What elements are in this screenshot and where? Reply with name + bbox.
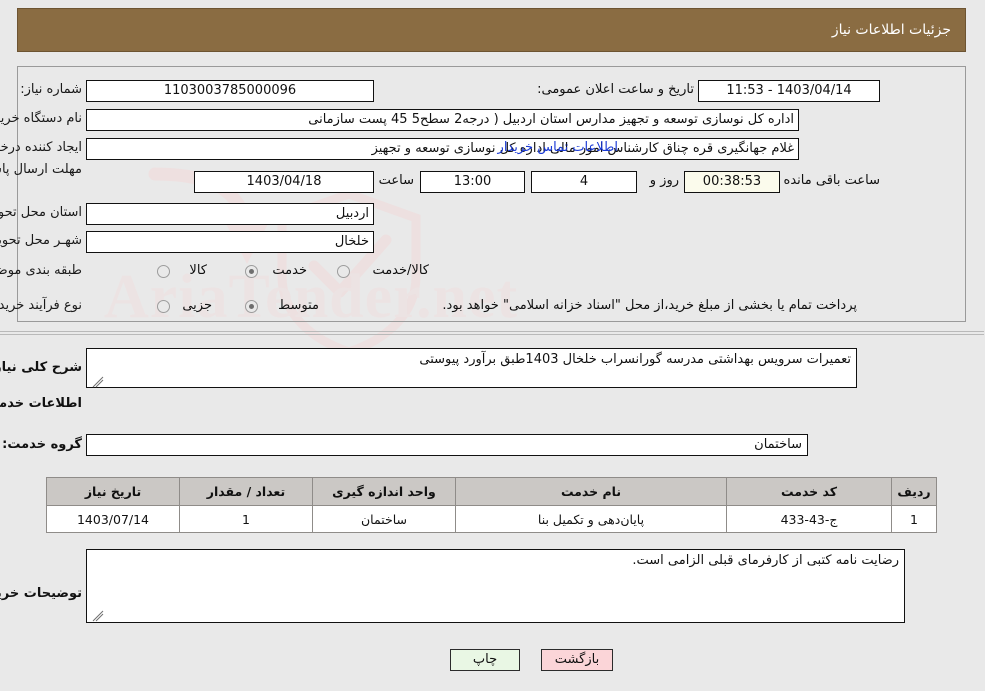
category-label: طبقه بندی موضوعی: (0, 263, 83, 278)
category-radio-kala-khedmat[interactable] (338, 265, 351, 278)
buyer-org-value: اداره کل نوسازی توسعه و تجهیز مدارس استا… (87, 109, 800, 131)
description-label: شرح کلی نیاز: (0, 360, 83, 375)
buyer-org-label: نام دستگاه خریدار: (0, 111, 83, 126)
col-code: کد خدمت (727, 477, 893, 506)
process-option-label-1: متوسط (279, 298, 320, 313)
buyer-contact-link[interactable]: اطلاعات تماس خریدار (499, 140, 619, 155)
days-left-value: 4 (532, 171, 638, 193)
cell-name: پایان‌دهی و تکمیل بنا (456, 505, 728, 533)
cell-code: ج-43-433 (727, 505, 893, 533)
cell-unit: ساختمان (313, 505, 457, 533)
buyer-notes-label: توضیحات خریدار: (0, 586, 83, 601)
category-radio-khedmat[interactable] (246, 265, 259, 278)
table-row: 1 ج-43-433 پایان‌دهی و تکمیل بنا ساختمان… (47, 505, 938, 533)
back-button[interactable]: بازگشت (542, 649, 614, 671)
col-qty: تعداد / مقدار (180, 477, 314, 506)
province-value: اردبیل (87, 203, 375, 225)
province-label: استان محل تحویل: (0, 205, 83, 220)
deadline-hour-label: ساعت (379, 173, 415, 188)
services-section-title: اطلاعات خدمات مورد نیاز (0, 396, 83, 411)
days-separator-label: روز و (650, 173, 680, 188)
service-group-value: ساختمان (87, 434, 809, 456)
process-option-label-0: جزیی (183, 298, 213, 313)
divider-top-2 (0, 334, 985, 335)
col-name: نام خدمت (456, 477, 728, 506)
cell-index: 1 (892, 505, 938, 533)
table-header-row: ردیف کد خدمت نام خدمت واحد اندازه گیری ت… (47, 477, 938, 506)
public-announce-label: تاریخ و ساعت اعلان عمومی: (538, 82, 695, 97)
category-radio-kala[interactable] (158, 265, 171, 278)
services-table: ردیف کد خدمت نام خدمت واحد اندازه گیری ت… (47, 477, 938, 533)
col-date: تاریخ نیاز (47, 477, 181, 506)
cell-qty: 1 (180, 505, 314, 533)
deadline-label: مهلت ارسال پاسخ: تا تاریخ: (0, 162, 83, 177)
process-label: نوع فرآیند خرید : (0, 298, 83, 313)
col-index: ردیف (892, 477, 938, 506)
page-title: جزئیات اطلاعات نیاز (832, 22, 952, 38)
divider-top (0, 331, 985, 332)
requester-value: غلام جهانگیری قره چناق کارشناس امور مالی… (87, 138, 800, 160)
need-number-value: 1103003785000096 (87, 80, 375, 102)
need-info-panel (18, 66, 967, 322)
countdown-suffix-label: ساعت باقی مانده (784, 173, 881, 188)
deadline-time-value: 13:00 (421, 171, 526, 193)
process-note: پرداخت تمام یا بخشی از مبلغ خرید،از محل … (443, 298, 858, 313)
service-group-label: گروه خدمت: (3, 437, 83, 452)
city-value: خلخال (87, 231, 375, 253)
category-option-label-2: کالا/خدمت (373, 263, 430, 278)
process-radio-motavaset[interactable] (246, 300, 259, 313)
requester-label: ایجاد کننده درخواست: (0, 140, 83, 155)
need-number-label: شماره نیاز: (21, 82, 83, 97)
buyer-notes-textarea[interactable]: رضایت نامه کتبی از کارفرمای قبلی الزامی … (87, 549, 906, 623)
description-textarea[interactable]: تعمیرات سرویس بهداشتی مدرسه گورانسراب خل… (87, 348, 858, 388)
category-option-label-0: کالا (190, 263, 208, 278)
col-unit: واحد اندازه گیری (313, 477, 457, 506)
countdown-timer: 00:38:53 (685, 171, 781, 193)
city-label: شهـر محل تحویل: (0, 233, 83, 248)
cell-date: 1403/07/14 (47, 505, 181, 533)
process-radio-jozei[interactable] (158, 300, 171, 313)
deadline-date-value: 1403/04/18 (195, 171, 375, 193)
page-header: جزئیات اطلاعات نیاز (18, 8, 967, 52)
print-button[interactable]: چاپ (451, 649, 521, 671)
public-announce-value: 1403/04/14 - 11:53 (699, 80, 881, 102)
category-option-label-1: خدمت (273, 263, 308, 278)
